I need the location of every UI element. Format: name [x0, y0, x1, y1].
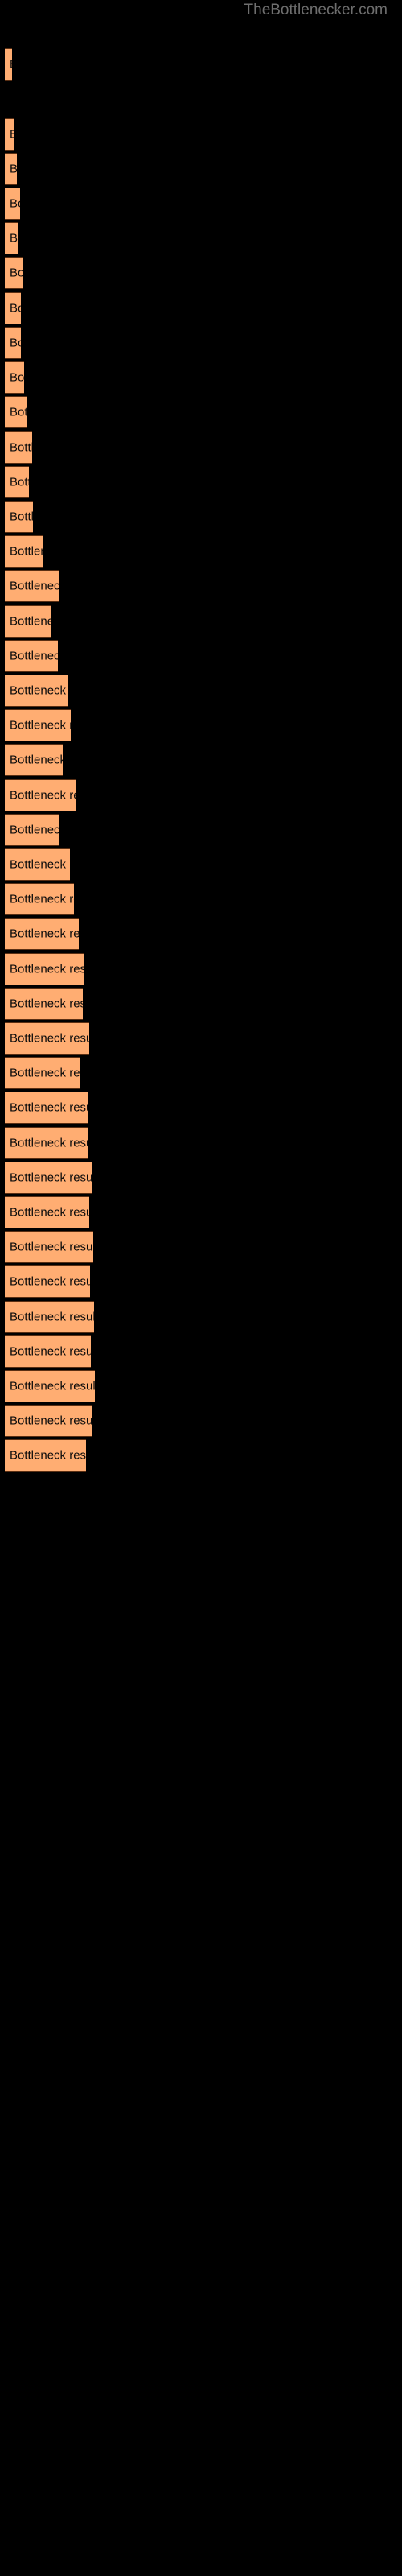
bar: Bottleneck result: [5, 327, 21, 359]
bar: Bottleneck result: [5, 570, 59, 602]
bar: Bottleneck result: [5, 709, 71, 741]
bar-label: Bottleneck result: [10, 997, 83, 1011]
bar: Bottleneck result: [5, 1057, 80, 1089]
bar-label: Bottleneck result: [10, 1066, 80, 1080]
bar-label: Bottleneck result: [10, 649, 58, 663]
bar-label: Bottleneck result: [10, 301, 21, 316]
bar-label: Bottleneck result: [10, 857, 70, 872]
bar-label: Bottleneck result: [10, 475, 29, 489]
bar: Bottleneck result: [5, 883, 74, 915]
bar-label: Bottleneck result: [10, 1414, 92, 1428]
bar-label: Bottleneck result: [10, 405, 27, 419]
bar-label: Bottleneck result: [10, 1031, 89, 1046]
bar: Bottleneck result: [5, 48, 12, 80]
bar-label: Bottleneck result: [10, 59, 12, 71]
bar: Bottleneck result: [5, 640, 58, 672]
bar: Bottleneck result: [5, 779, 76, 811]
bar: Bottleneck result: [5, 744, 63, 776]
bar: Bottleneck result: [5, 396, 27, 428]
bar-label: Bottleneck result: [10, 579, 59, 593]
bar-label: Bottleneck result: [10, 1344, 91, 1359]
bar: Bottleneck result: [5, 605, 51, 638]
bar: Bottleneck result: [5, 918, 79, 950]
bar: Bottleneck result: [5, 848, 70, 881]
bar-label: Bottleneck result: [10, 231, 18, 246]
bar: Bottleneck result: [5, 1301, 94, 1333]
bar: Bottleneck result: [5, 1231, 93, 1263]
bar: Bottleneck result: [5, 361, 24, 394]
bar: Bottleneck result: [5, 675, 68, 707]
bar: Bottleneck result: [5, 188, 20, 220]
bar: Bottleneck result: [5, 988, 83, 1020]
bar-label: Bottleneck result: [10, 927, 79, 941]
bar: Bottleneck result: [5, 292, 21, 324]
bar-label: Bottleneck result: [10, 129, 14, 141]
bar: Bottleneck result: [5, 118, 14, 151]
bar-label: Bottleneck result: [10, 1205, 89, 1220]
bar-series-layer: Bottleneck result Bottleneck result Bottle…: [0, 0, 402, 2576]
bar-label: Bottleneck result: [10, 544, 43, 559]
bar-label: Bottleneck result: [10, 962, 84, 976]
bar: Bottleneck result: [5, 535, 43, 568]
bar: Bottleneck result: [5, 1265, 90, 1298]
bar: Bottleneck result: [5, 1370, 95, 1402]
bar-label: Bottleneck result: [10, 510, 33, 524]
bar-label: Bottleneck result: [10, 1100, 88, 1115]
bar-label: Bottleneck result: [10, 1448, 86, 1463]
bar: Bottleneck result: [5, 466, 29, 498]
bar: Bottleneck result: [5, 1335, 91, 1368]
bar: Bottleneck result: [5, 1127, 88, 1159]
bar: Bottleneck result: [5, 1405, 92, 1437]
bar-label: Bottleneck result: [10, 823, 59, 837]
bar: Bottleneck result: [5, 953, 84, 985]
bar-label: Bottleneck result: [10, 440, 32, 455]
bar-label: Bottleneck result: [10, 163, 17, 175]
bar-label: Bottleneck result: [10, 370, 24, 385]
bar: Bottleneck result: [5, 153, 17, 185]
bar-label: Bottleneck result: [10, 892, 74, 906]
bar-label: Bottleneck result: [10, 753, 63, 767]
bar: Bottleneck result: [5, 1196, 89, 1228]
bar: Bottleneck result: [5, 1162, 92, 1194]
bar: Bottleneck result: [5, 814, 59, 846]
bar-label: Bottleneck result: [10, 683, 68, 698]
bar: Bottleneck result: [5, 501, 33, 533]
bar: Bottleneck result: [5, 257, 23, 289]
bar-label: Bottleneck result: [10, 1274, 90, 1289]
bar: Bottleneck result: [5, 1439, 86, 1472]
bar-label: Bottleneck result: [10, 718, 71, 733]
bar-label: Bottleneck result: [10, 1310, 94, 1324]
bar-label: Bottleneck result: [10, 1170, 92, 1185]
bar-label: Bottleneck result: [10, 1379, 95, 1393]
bar: Bottleneck result: [5, 431, 32, 464]
bar-label: Bottleneck result: [10, 1136, 88, 1150]
bar-label: Bottleneck result: [10, 1240, 93, 1254]
bar-label: Bottleneck result: [10, 788, 76, 803]
bar: Bottleneck result: [5, 1092, 88, 1124]
bar: Bottleneck result: [5, 222, 18, 254]
bottleneck-bar-chart: TheBottlenecker.com Bottleneck resultBot…: [0, 0, 402, 2576]
bar-label: Bottleneck result: [10, 196, 20, 211]
bar-label: Bottleneck result: [10, 614, 51, 629]
bar-label: Bottleneck result: [10, 336, 21, 350]
bar-label: Bottleneck result: [10, 266, 23, 280]
bar: Bottleneck result: [5, 1022, 89, 1055]
